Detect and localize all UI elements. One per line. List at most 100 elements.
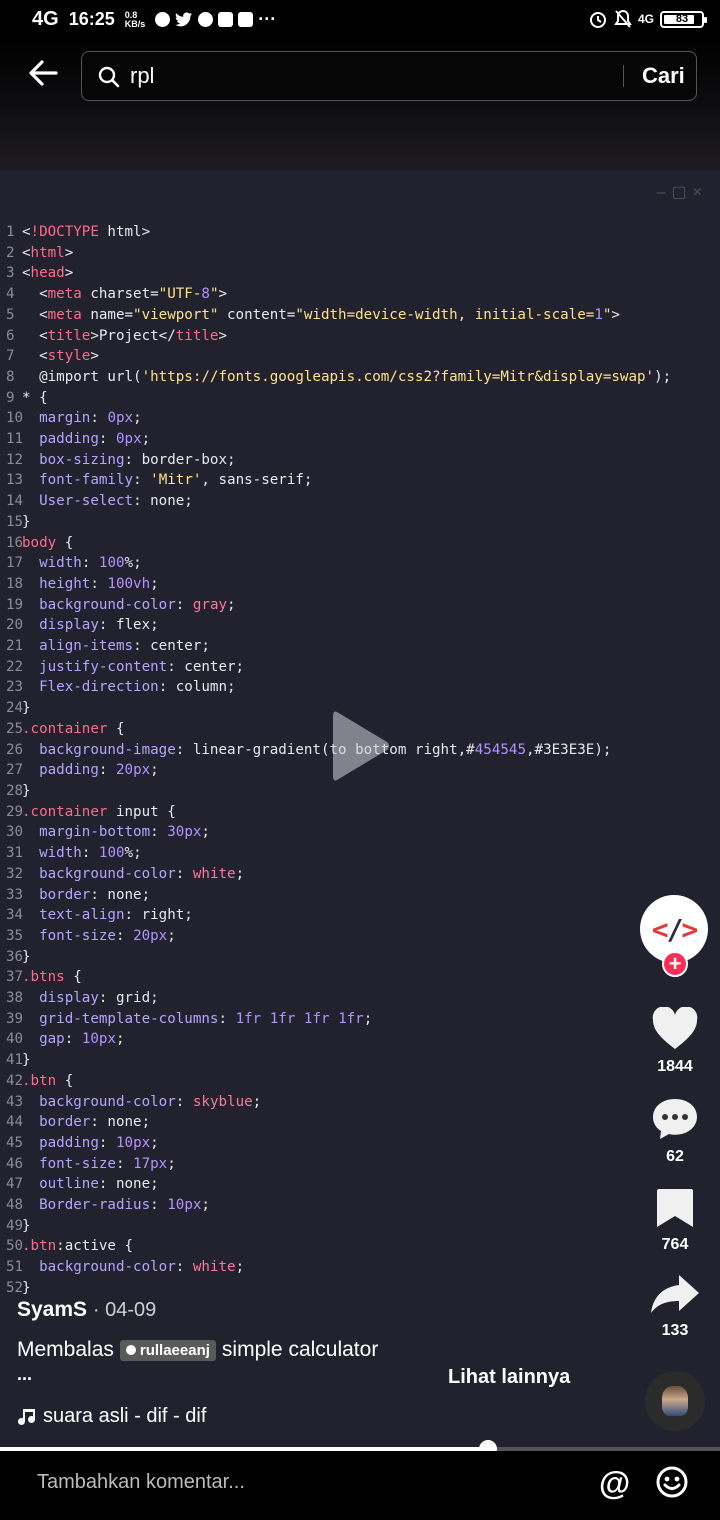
code-text: } bbox=[22, 1217, 31, 1234]
code-line: 50.btn:active { bbox=[6, 1236, 671, 1257]
code-text: padding: 20px; bbox=[39, 762, 159, 779]
code-line: 5 <meta name="viewport" content="width=d… bbox=[6, 305, 671, 326]
code-line: 45 padding: 10px; bbox=[6, 1133, 671, 1154]
code-line: 51 background-color: white; bbox=[6, 1257, 671, 1278]
comment-input[interactable]: Tambahkan komentar... bbox=[37, 1471, 245, 1494]
code-text: background-color: skyblue; bbox=[39, 1093, 262, 1110]
code-line: 20 display: flex; bbox=[6, 615, 671, 636]
code-line: 42.btn { bbox=[6, 1071, 671, 1092]
line-number: 49 bbox=[6, 1217, 24, 1234]
save-count: 764 bbox=[661, 1236, 689, 1253]
mention-at-icon[interactable]: @ bbox=[599, 1465, 630, 1502]
line-number: 24 bbox=[6, 700, 24, 717]
line-number: 11 bbox=[6, 431, 24, 448]
code-text: <meta name="viewport" content="width=dev… bbox=[22, 306, 620, 323]
search-submit-button[interactable]: Cari bbox=[642, 63, 685, 89]
code-text: font-size: 20px; bbox=[39, 927, 176, 944]
line-number: 16 bbox=[6, 534, 24, 551]
code-text: } bbox=[22, 700, 31, 717]
like-count: 1844 bbox=[657, 1058, 693, 1075]
line-number: 35 bbox=[6, 927, 24, 944]
line-number: 3 bbox=[6, 265, 15, 282]
code-line: 29.container input { bbox=[6, 802, 671, 823]
line-number: 23 bbox=[6, 679, 24, 696]
comment-bubble-icon bbox=[653, 1099, 697, 1139]
line-number: 9 bbox=[6, 389, 15, 406]
code-text: .container input { bbox=[22, 803, 176, 820]
line-number: 19 bbox=[6, 596, 24, 613]
code-line: 12 box-sizing: border-box; bbox=[6, 450, 671, 471]
music-title: suara asli - dif - dif bbox=[43, 1405, 207, 1427]
comment-dot-icon bbox=[125, 1345, 136, 1355]
code-line: 23 Flex-direction: column; bbox=[6, 677, 671, 698]
search-input[interactable]: rpl bbox=[130, 63, 154, 89]
telegram-icon bbox=[198, 12, 214, 27]
code-line: 4 <meta charset="UTF-8"> bbox=[6, 284, 671, 305]
code-line: 44 border: none; bbox=[6, 1112, 671, 1133]
play-icon[interactable] bbox=[331, 708, 391, 784]
see-more-link[interactable]: Lihat lainnya bbox=[448, 1366, 570, 1389]
code-line: 7 <style> bbox=[6, 346, 671, 367]
line-number: 41 bbox=[6, 1052, 24, 1069]
code-line: 8 @import url('https://fonts.googleapis.… bbox=[6, 367, 671, 388]
line-number: 37 bbox=[6, 969, 24, 986]
emoji-icon[interactable] bbox=[655, 1465, 689, 1499]
code-line: 17 width: 100%; bbox=[6, 553, 671, 574]
share-button[interactable]: 133 bbox=[640, 1273, 710, 1340]
post-caption: Membalas rullaeeanj simple calculator bbox=[17, 1338, 617, 1362]
mention-tag[interactable]: rullaeeanj bbox=[119, 1339, 216, 1361]
music-disc-avatar[interactable] bbox=[645, 1371, 705, 1431]
code-text: display: grid; bbox=[39, 990, 159, 1007]
line-number: 44 bbox=[6, 1114, 24, 1131]
code-text: <title>Project</title> bbox=[22, 327, 228, 344]
code-line: 31 width: 100%; bbox=[6, 843, 671, 864]
follow-plus-button[interactable]: + bbox=[662, 951, 688, 977]
line-number: 45 bbox=[6, 1134, 24, 1151]
code-text: border: none; bbox=[39, 1114, 151, 1131]
line-number: 52 bbox=[6, 1279, 24, 1296]
code-text: align-items: center; bbox=[39, 638, 210, 655]
line-number: 28 bbox=[6, 782, 24, 799]
code-text: height: 100vh; bbox=[39, 575, 159, 592]
music-info[interactable]: suara asli - dif - dif bbox=[17, 1405, 206, 1428]
line-number: 42 bbox=[6, 1072, 24, 1089]
code-text: width: 100%; bbox=[39, 845, 142, 862]
comment-button[interactable]: 62 bbox=[640, 1097, 710, 1166]
code-line: 22 justify-content: center; bbox=[6, 657, 671, 678]
post-author-line: SyamS · 04-09 bbox=[17, 1298, 617, 1322]
line-number: 39 bbox=[6, 1010, 24, 1027]
save-button[interactable]: 764 bbox=[640, 1187, 710, 1254]
code-line: 40 gap: 10px; bbox=[6, 1029, 671, 1050]
code-line: 28} bbox=[6, 781, 671, 802]
back-arrow-icon[interactable] bbox=[26, 56, 60, 90]
line-number: 46 bbox=[6, 1155, 24, 1172]
code-text: outline: none; bbox=[39, 1176, 159, 1193]
status-bar: 4G 16:25 0.8 KB/s ··· 4G 83 bbox=[0, 0, 720, 38]
code-text: <!DOCTYPE html> bbox=[22, 224, 151, 240]
line-number: 31 bbox=[6, 845, 24, 862]
reply-prefix: Membalas bbox=[17, 1338, 114, 1361]
author-name[interactable]: SyamS bbox=[17, 1298, 87, 1321]
code-text: padding: 10px; bbox=[39, 1134, 159, 1151]
code-line: 16body { bbox=[6, 533, 671, 554]
code-line: 36} bbox=[6, 947, 671, 968]
line-number: 6 bbox=[6, 327, 15, 344]
status-left: 4G 16:25 0.8 KB/s ··· bbox=[32, 8, 276, 31]
code-line: 10 margin: 0px; bbox=[6, 408, 671, 429]
line-number: 27 bbox=[6, 762, 24, 779]
search-box[interactable]: rpl Cari bbox=[81, 51, 697, 101]
video-player[interactable]: –▢× 1 <!DOCTYPE html> 2 <html> 3 <head> 4 <met… bbox=[0, 170, 720, 1450]
line-number: 10 bbox=[6, 410, 24, 427]
gallery-icon bbox=[218, 12, 234, 27]
alarm-icon bbox=[589, 12, 606, 28]
code-line: 11 padding: 0px; bbox=[6, 429, 671, 450]
like-button[interactable]: 1844 bbox=[640, 1006, 710, 1076]
silent-icon bbox=[614, 9, 632, 28]
line-number: 5 bbox=[6, 306, 15, 323]
line-number: 26 bbox=[6, 741, 24, 758]
code-text: <head> bbox=[22, 265, 74, 282]
code-text: margin-bottom: 30px; bbox=[39, 824, 210, 841]
code-line: 49} bbox=[6, 1216, 671, 1237]
line-number: 43 bbox=[6, 1093, 24, 1110]
code-text: .btn:active { bbox=[22, 1238, 134, 1255]
